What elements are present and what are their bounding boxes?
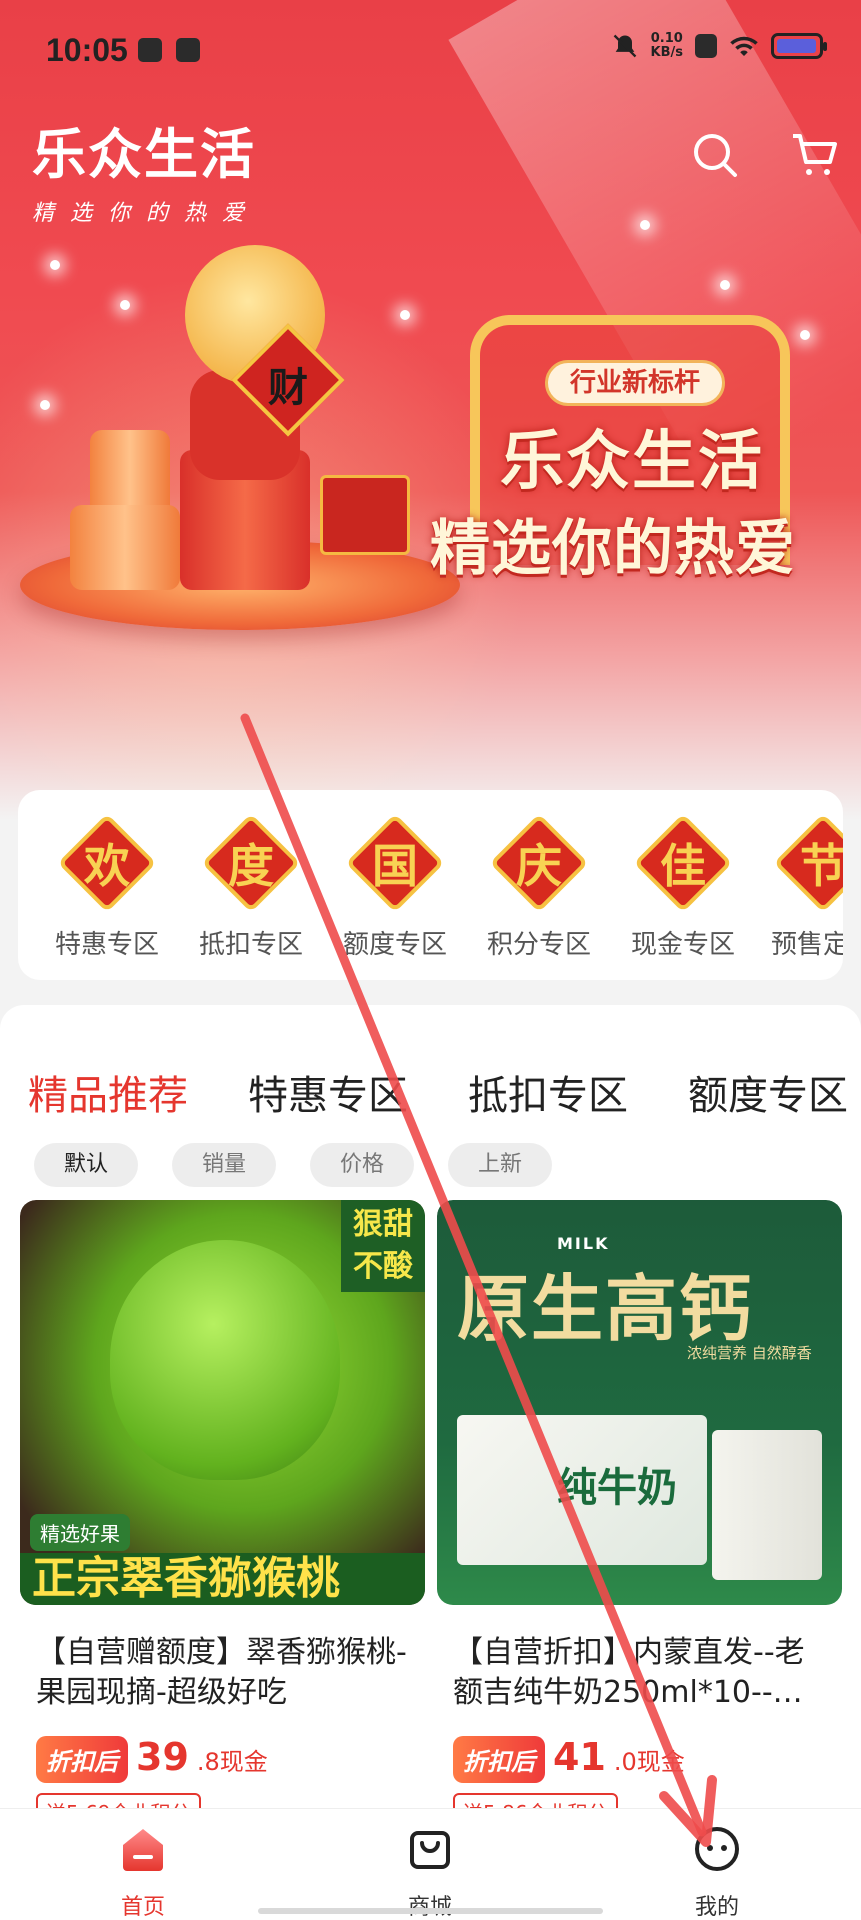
price-value: 41 bbox=[553, 1735, 606, 1779]
sparkle bbox=[40, 400, 50, 410]
category-item-points[interactable]: 庆 积分专区 bbox=[474, 813, 604, 961]
nav-mine[interactable]: 我的 bbox=[657, 1823, 777, 1920]
notification-icon bbox=[138, 38, 162, 62]
price-row: 折扣后 41.0现金 bbox=[453, 1735, 826, 1783]
tab-quota[interactable]: 额度专区 bbox=[688, 1063, 848, 1121]
gift-cylinder bbox=[70, 505, 180, 590]
category-item-special[interactable]: 欢 特惠专区 bbox=[42, 813, 172, 961]
product-image[interactable]: 狠甜不酸 精选好果 正宗翠香猕猴桃 bbox=[20, 1200, 425, 1605]
category-item-deduct[interactable]: 度 抵扣专区 bbox=[186, 813, 316, 961]
search-icon[interactable] bbox=[690, 130, 740, 180]
milk-cartons-image bbox=[712, 1430, 822, 1580]
kiwi-image bbox=[110, 1240, 340, 1480]
battery-icon bbox=[771, 33, 827, 59]
sparkle bbox=[120, 300, 130, 310]
sort-default-chip[interactable]: 默认 bbox=[34, 1143, 138, 1187]
price-unit: .0现金 bbox=[613, 1748, 685, 1776]
notification-icon bbox=[176, 38, 200, 62]
sort-sales-chip[interactable]: 销量 bbox=[172, 1143, 276, 1187]
tab-deduct[interactable]: 抵扣专区 bbox=[468, 1063, 628, 1121]
price-value: 39 bbox=[136, 1735, 189, 1779]
sparkle bbox=[800, 330, 810, 340]
no-sim-icon bbox=[695, 34, 717, 58]
product-badge: 狠甜不酸 bbox=[341, 1200, 425, 1292]
product-card-kiwi[interactable]: 狠甜不酸 精选好果 正宗翠香猕猴桃 【自营赠额度】翠香猕猴桃-果园现摘-超级好吃… bbox=[20, 1200, 425, 1820]
tab-special[interactable]: 特惠专区 bbox=[248, 1063, 408, 1121]
discount-tag: 折扣后 bbox=[453, 1736, 545, 1783]
sparkle bbox=[400, 310, 410, 320]
sort-chips: 默认 销量 价格 上新 bbox=[34, 1143, 552, 1187]
wifi-icon bbox=[730, 36, 758, 56]
hero-banner[interactable]: 10:05 0.10 KB/s 乐众生活 精选你的热爱 财 行业新标杆 乐众生活 … bbox=[0, 0, 861, 820]
net-speed: 0.10 KB/s bbox=[650, 31, 683, 60]
category-row: 欢 特惠专区 度 抵扣专区 国 额度专区 庆 积分专区 佳 现金专区 节 预售定… bbox=[18, 790, 843, 980]
nav-mall[interactable]: 商城 bbox=[370, 1823, 490, 1920]
profile-face-icon bbox=[695, 1827, 739, 1871]
product-image[interactable]: MILK 原生高钙 浓纯营养 自然醇香 纯牛奶 bbox=[437, 1200, 842, 1605]
home-indicator bbox=[258, 1908, 603, 1914]
category-item-cash[interactable]: 佳 现金专区 bbox=[618, 813, 748, 961]
status-time: 10:05 bbox=[46, 32, 128, 68]
product-image-title: 原生高钙 bbox=[457, 1267, 754, 1351]
mute-bell-icon bbox=[613, 34, 636, 58]
banner-tag: 行业新标杆 bbox=[545, 360, 725, 406]
product-image-tag: 精选好果 bbox=[30, 1514, 130, 1551]
sparkle bbox=[640, 220, 650, 230]
shopping-bag-icon bbox=[410, 1831, 450, 1869]
tab-featured[interactable]: 精品推荐 bbox=[28, 1063, 188, 1121]
product-image-banner: 正宗翠香猕猴桃 bbox=[20, 1553, 425, 1605]
milk-box-text: 纯牛奶 bbox=[557, 1465, 677, 1511]
product-image-subtitle: 浓纯营养 自然醇香 bbox=[687, 1344, 812, 1362]
nav-home[interactable]: 首页 bbox=[83, 1823, 203, 1920]
category-item-quota[interactable]: 国 额度专区 bbox=[330, 813, 460, 961]
banner-subtitle: 精选你的热爱 bbox=[430, 514, 796, 584]
status-bar: 10:05 0.10 KB/s bbox=[0, 0, 861, 100]
product-title: 【自营折扣】内蒙直发--老额吉纯牛奶250ml*10--… bbox=[453, 1635, 805, 1710]
product-section: 精品推荐 特惠专区 抵扣专区 额度专区 默认 销量 价格 上新 狠甜不酸 精选好… bbox=[0, 1005, 861, 1920]
sparkle bbox=[50, 260, 60, 270]
product-title: 【自营赠额度】翠香猕猴桃-果园现摘-超级好吃 bbox=[36, 1635, 407, 1710]
bottom-nav: 首页 商城 我的 bbox=[0, 1808, 861, 1920]
price-unit: .8现金 bbox=[196, 1748, 268, 1776]
sparkle bbox=[720, 280, 730, 290]
app-logo: 乐众生活 精选你的热爱 bbox=[32, 123, 261, 226]
sort-price-chip[interactable]: 价格 bbox=[310, 1143, 414, 1187]
category-item-presale[interactable]: 节 预售定制 bbox=[758, 813, 843, 961]
price-row: 折扣后 39.8现金 bbox=[36, 1735, 409, 1783]
discount-tag: 折扣后 bbox=[36, 1736, 128, 1783]
sort-new-chip[interactable]: 上新 bbox=[448, 1143, 552, 1187]
cart-icon[interactable] bbox=[790, 130, 840, 180]
banner-title: 乐众生活 bbox=[500, 425, 764, 499]
home-icon bbox=[123, 1829, 163, 1871]
category-tabs: 精品推荐 特惠专区 抵扣专区 额度专区 bbox=[28, 1063, 848, 1121]
product-card-milk[interactable]: MILK 原生高钙 浓纯营养 自然醇香 纯牛奶 【自营折扣】内蒙直发--老额吉纯… bbox=[437, 1200, 842, 1820]
treasure-chest bbox=[320, 475, 410, 555]
status-right: 0.10 KB/s bbox=[611, 31, 827, 60]
